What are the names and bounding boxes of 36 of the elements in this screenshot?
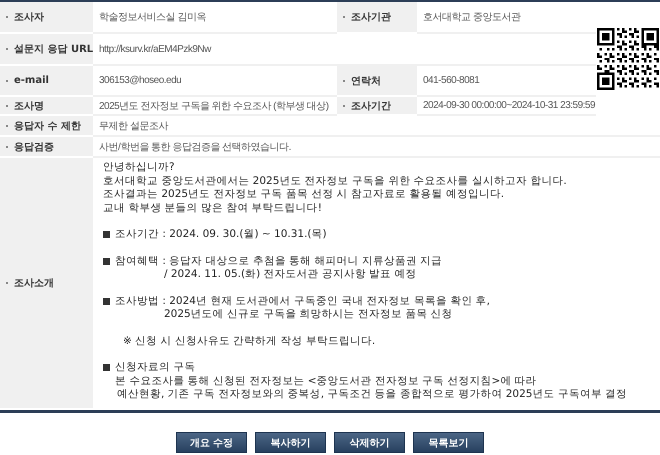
field-value: 2024-09-30 00:00:00~2024-10-31 23:59:59 xyxy=(417,97,596,116)
intro-line: / 2024. 11. 05.(화) 전자도서관 공지사항 발표 예정 xyxy=(163,268,418,282)
action-button[interactable]: 개요 수정 xyxy=(176,432,247,453)
intro-line: 교내 학부생 분들의 많은 참여 부탁드립니다! xyxy=(103,202,323,215)
intro-line: 2025년도에 신규로 구독을 희망하시는 전자정보 품목 신청 xyxy=(163,308,454,322)
field-label: 조사기관 xyxy=(337,2,417,34)
field-label: 조사소개 xyxy=(0,158,93,410)
field-value: 사번/학번을 통한 응답검증을 선택하였습니다. xyxy=(93,137,660,158)
intro-line: 예산현황, 기존 구독 전자정보와의 중복성, 구독조건 등을 종합적으로 평가하여 2025년도 구독여부 결정 xyxy=(116,388,628,402)
action-button[interactable]: 복사하기 xyxy=(255,432,326,453)
field-label: 조사기간 xyxy=(337,97,417,116)
action-button[interactable]: 삭제하기 xyxy=(334,432,405,453)
field-label: 연락처 xyxy=(337,66,417,97)
square-bullet-icon xyxy=(103,258,110,265)
intro-line: 조사기간 : 2024. 09. 30.(월) ~ 10.31.(목) xyxy=(103,228,660,242)
field-value: 2025년도 전자정보 구독을 위한 수요조사 (학부생 대상) xyxy=(93,97,337,116)
field-label: 응답자 수 제한 xyxy=(0,116,93,137)
field-label: e-mail xyxy=(0,66,93,97)
action-button[interactable]: 목록보기 xyxy=(413,432,484,453)
square-bullet-icon xyxy=(103,298,110,305)
intro-line: 본 수요조사를 통해 신청된 전자정보는 <중앙도서관 전자정보 구독 선정지침>에 따라 xyxy=(114,374,538,388)
intro-line: 신청자료의 구독 xyxy=(103,361,660,374)
field-label: 설문지 응답 URL xyxy=(0,34,93,66)
field-label: 응답검증 xyxy=(0,137,93,158)
intro-line: 조사결과는 2025년도 전자정보 구독 품목 선정 시 참고자료로 활용될 예정입니다. xyxy=(103,188,506,202)
intro-line: 참여혜택 : 응답자 대상으로 추첨을 통해 해피머니 지류상품권 지급 xyxy=(103,254,660,268)
field-label: 조사명 xyxy=(0,97,93,116)
qr-code xyxy=(597,28,659,90)
intro-line: 호서대학교 중앙도서관에서는 2025년도 전자정보 구독을 위한 수요조사를 실시하고자 합니다. xyxy=(103,174,568,188)
square-bullet-icon xyxy=(103,231,110,238)
intro-line: ※ 신청 시 신청사유도 간략하게 작성 부탁드립니다. xyxy=(122,334,376,348)
intro-line: 안녕하십니까? xyxy=(103,161,176,174)
square-bullet-icon xyxy=(103,364,110,372)
intro-line: 조사방법 : 2024년 현재 도서관에서 구독중인 국내 전자정보 목록을 확인 후, xyxy=(103,294,660,308)
field-value: 무제한 설문조사 xyxy=(93,116,660,137)
field-label: 조사자 xyxy=(0,2,93,34)
